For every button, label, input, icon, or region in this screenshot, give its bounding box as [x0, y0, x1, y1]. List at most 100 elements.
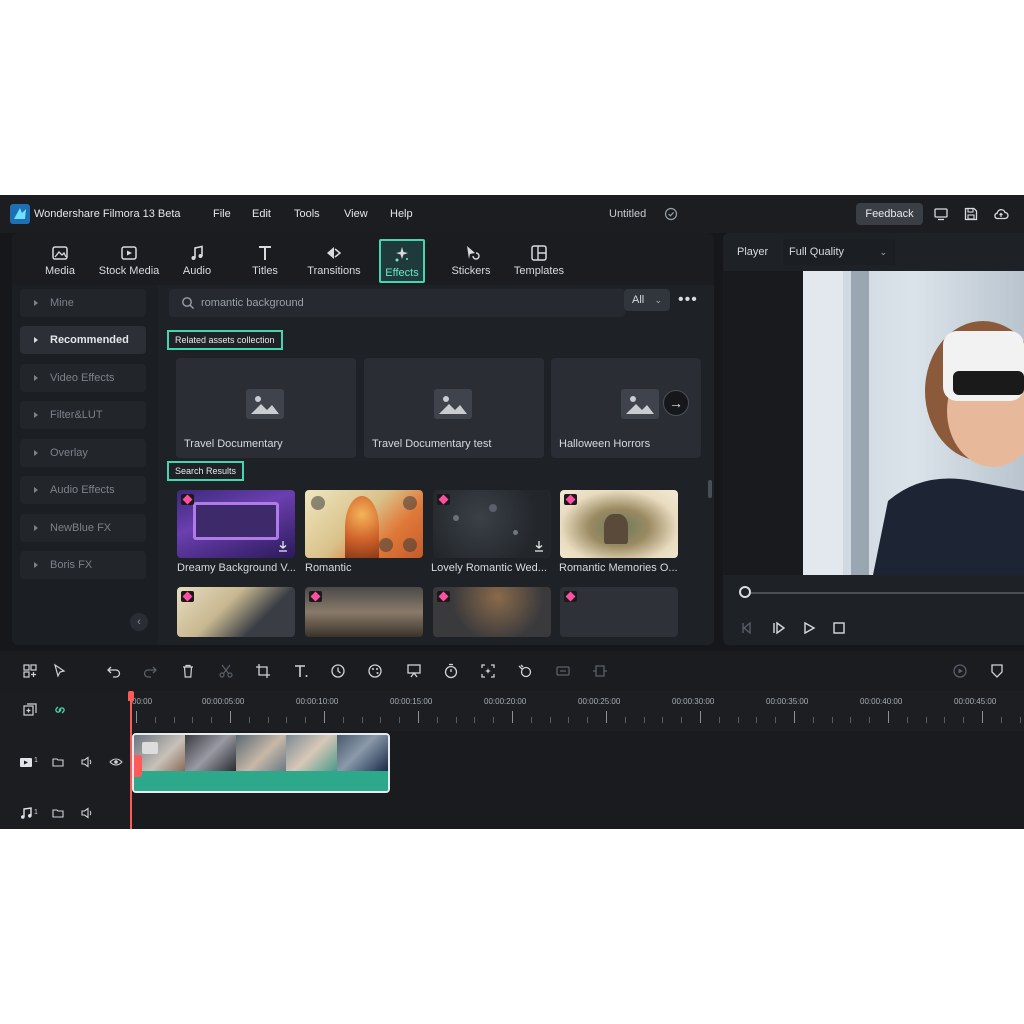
tab-stock-media[interactable]: Stock Media [96, 239, 162, 283]
motion-track-icon[interactable] [517, 663, 533, 679]
filter-dropdown[interactable]: All ⌄ [624, 289, 670, 311]
scrubber-handle[interactable] [739, 586, 751, 598]
feedback-button[interactable]: Feedback [856, 203, 923, 225]
add-track-icon[interactable] [23, 703, 37, 717]
video-preview[interactable] [803, 271, 1024, 575]
favorite-icon[interactable] [379, 538, 393, 552]
tab-templates[interactable]: Templates [512, 239, 566, 283]
tab-audio[interactable]: Audio [178, 239, 216, 283]
layout-grid-icon[interactable] [22, 663, 38, 679]
download-icon[interactable] [277, 540, 289, 552]
sidebar-item-mine[interactable]: Mine [20, 289, 146, 317]
delete-icon[interactable] [180, 663, 196, 679]
color-palette-icon[interactable] [367, 663, 383, 679]
menu-edit[interactable]: Edit [252, 208, 271, 220]
chevron-down-icon: ⌄ [879, 247, 887, 257]
ruler-tick [342, 717, 344, 723]
search-bar [169, 289, 625, 317]
freeze-frame-icon[interactable] [592, 663, 608, 679]
sidebar-item-filter-lut[interactable]: Filter&LUT [20, 401, 146, 429]
ruler-tick [549, 717, 551, 723]
timecode-label: 00:00:45:00 [954, 697, 997, 706]
sidebar-item-recommended[interactable]: Recommended [20, 326, 146, 354]
play-reverse-icon[interactable] [771, 620, 787, 636]
menu-view[interactable]: View [344, 208, 368, 220]
preview-icon[interactable] [311, 496, 325, 510]
quality-dropdown[interactable]: Full Quality ⌄ [783, 239, 895, 265]
menu-help[interactable]: Help [390, 208, 413, 220]
scrollbar-thumb[interactable] [708, 480, 712, 498]
cut-scissors-icon[interactable] [218, 663, 234, 679]
effect-thumbnail[interactable] [560, 587, 678, 637]
ruler-tick [267, 717, 269, 723]
download-icon[interactable] [403, 538, 417, 552]
search-input[interactable] [201, 293, 601, 313]
effect-thumbnail[interactable] [560, 490, 678, 558]
clip-trim-handle[interactable] [134, 755, 142, 777]
menu-file[interactable]: File [213, 208, 231, 220]
crop-icon[interactable] [255, 663, 271, 679]
effect-thumbnail[interactable] [305, 490, 423, 558]
menu-tools[interactable]: Tools [294, 208, 320, 220]
undo-icon[interactable] [106, 663, 122, 679]
next-arrow-button[interactable]: → [663, 390, 689, 416]
effect-thumbnail[interactable] [433, 587, 551, 637]
filter-value: All [632, 294, 645, 306]
more-icon[interactable] [403, 496, 417, 510]
sidebar-item-video-effects[interactable]: Video Effects [20, 364, 146, 392]
speaker-icon[interactable] [80, 755, 94, 769]
tab-media[interactable]: Media [40, 239, 80, 283]
tab-stickers[interactable]: Stickers [450, 239, 492, 283]
premium-gem-icon [309, 591, 322, 602]
ruler-tick [737, 717, 739, 723]
sidebar-item-newblue-fx[interactable]: NewBlue FX [20, 514, 146, 542]
audio-stretch-icon[interactable] [555, 663, 571, 679]
playhead-handle[interactable] [128, 691, 134, 701]
effect-thumbnail[interactable] [177, 587, 295, 637]
sidebar-item-overlay[interactable]: Overlay [20, 439, 146, 467]
text-tool-icon[interactable] [293, 663, 309, 679]
asset-card[interactable]: Travel Documentary [176, 358, 356, 458]
sidebar-item-audio-effects[interactable]: Audio Effects [20, 476, 146, 504]
video-clip[interactable] [132, 733, 390, 793]
timecode-label: 00:00:10:00 [296, 697, 339, 706]
eye-icon[interactable] [109, 755, 123, 769]
cloud-export-icon[interactable] [993, 206, 1009, 222]
green-screen-icon[interactable] [406, 663, 422, 679]
tab-effects[interactable]: Effects [379, 239, 425, 283]
collapse-sidebar-button[interactable]: ‹ [130, 613, 148, 631]
speaker-icon[interactable] [80, 806, 94, 820]
save-icon[interactable] [963, 206, 979, 222]
effect-thumbnail[interactable] [305, 587, 423, 637]
sidebar-item-boris-fx[interactable]: Boris FX [20, 551, 146, 579]
redo-icon[interactable] [142, 663, 158, 679]
speed-icon[interactable] [330, 663, 346, 679]
tab-titles[interactable]: Titles [246, 239, 284, 283]
more-options-icon[interactable]: ••• [678, 291, 698, 309]
render-preview-icon[interactable] [952, 663, 968, 679]
playhead-line[interactable] [130, 691, 132, 829]
ruler-tick [418, 711, 419, 723]
tab-label: Audio [182, 265, 212, 277]
ai-enhance-icon[interactable] [480, 663, 496, 679]
asset-card[interactable]: Travel Documentary test [364, 358, 544, 458]
timer-icon[interactable] [443, 663, 459, 679]
effect-thumbnail[interactable] [177, 490, 295, 558]
folder-lock-icon[interactable] [51, 755, 65, 769]
effect-thumbnail[interactable] [433, 490, 551, 558]
monitor-icon[interactable] [933, 206, 949, 222]
tab-transitions[interactable]: Transitions [304, 239, 364, 283]
playback-scrubber[interactable] [745, 592, 1024, 594]
play-icon[interactable] [801, 620, 817, 636]
stop-icon[interactable] [831, 620, 847, 636]
time-ruler[interactable]: 00:00 00:00:05:00 00:00:10:00 00:00:15:0… [130, 691, 1024, 731]
ruler-tick [662, 717, 664, 723]
link-icon[interactable] [53, 703, 67, 717]
download-icon[interactable] [533, 540, 545, 552]
select-cursor-icon[interactable] [52, 663, 68, 679]
ruler-tick [681, 717, 683, 723]
video-clip-icon [142, 742, 158, 754]
shield-mark-icon[interactable] [989, 663, 1005, 679]
previous-frame-icon[interactable] [739, 620, 755, 636]
folder-lock-icon[interactable] [51, 806, 65, 820]
